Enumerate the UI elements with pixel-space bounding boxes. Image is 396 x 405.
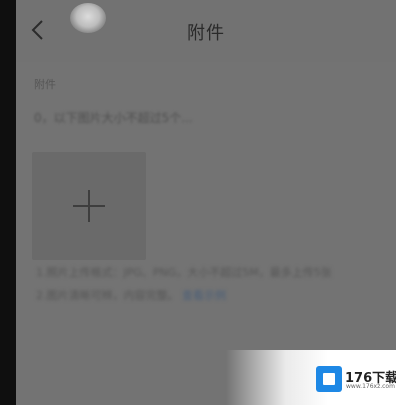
- watermark-logo-icon: [316, 366, 342, 392]
- nav-bar: 附件: [16, 0, 396, 62]
- view-example-link[interactable]: 查看示例: [182, 289, 226, 302]
- upload-description-text: 2.图片清晰可辨，内容完整。: [36, 289, 179, 302]
- site-watermark: 176下载网 www.176xz.com: [316, 365, 396, 393]
- plus-icon: [73, 190, 105, 222]
- section-label: 附件: [34, 78, 56, 91]
- app-screen: 附件 附件 0，以下图片大小不超过5个... 1.照片上传格式：JPG、PNG，…: [16, 0, 396, 405]
- watermark-url: www.176xz.com: [346, 383, 395, 390]
- page-title: 附件: [187, 23, 225, 44]
- device-edge: [0, 0, 16, 405]
- upload-description-line2: 2.图片清晰可辨，内容完整。 查看示例: [36, 287, 226, 303]
- upload-description-line1: 1.照片上传格式：JPG、PNG，大小不超过5M，最多上传5张: [36, 266, 332, 279]
- upload-image-button[interactable]: [32, 152, 146, 260]
- upload-hint: 0，以下图片大小不超过5个...: [34, 111, 193, 125]
